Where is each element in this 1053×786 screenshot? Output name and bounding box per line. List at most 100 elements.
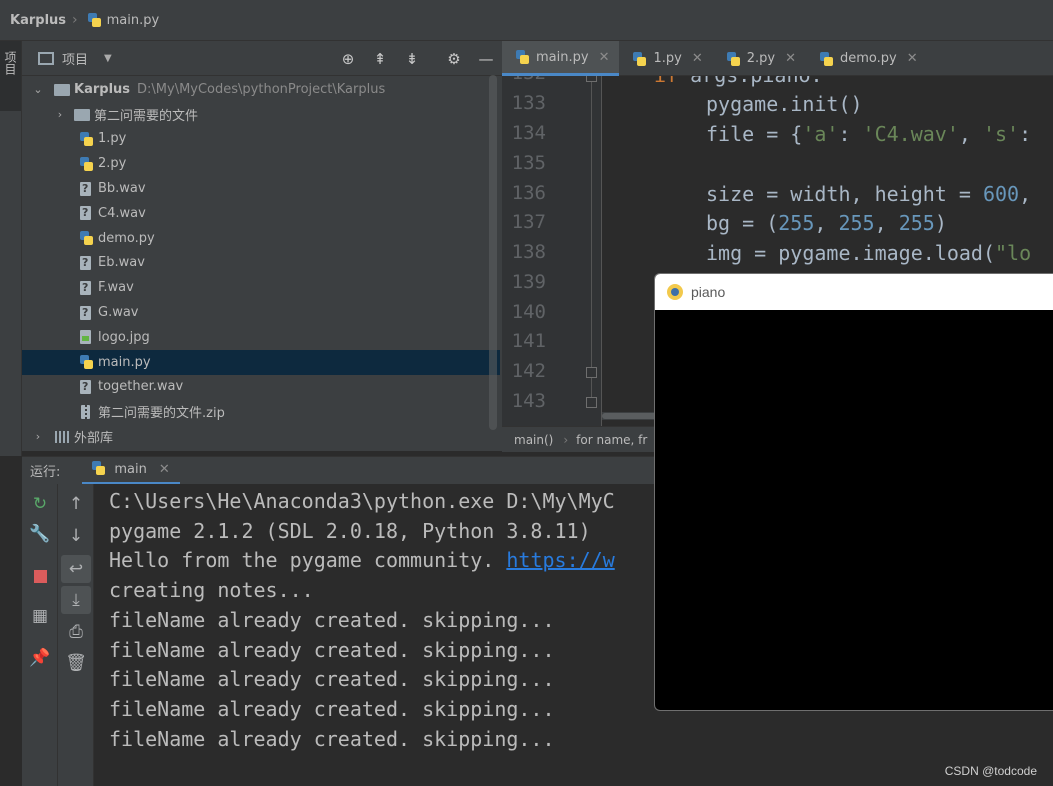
tree-item-external-libraries[interactable]: › 外部库	[22, 424, 500, 449]
project-tool-tab[interactable]: 项目	[0, 41, 21, 111]
tree-item-label: 外部库	[74, 431, 114, 447]
tab-main-py[interactable]: main.py ✕	[502, 41, 620, 76]
nav-file-name: main.py	[106, 12, 160, 28]
project-view-icon	[38, 51, 54, 65]
project-panel-title[interactable]: 项目	[62, 49, 88, 68]
nav-file[interactable]: main.py	[86, 12, 160, 28]
soft-wrap-icon[interactable]: ↩	[61, 555, 91, 583]
audio-file-icon	[78, 280, 94, 296]
python-file-icon	[78, 230, 94, 246]
nav-project-name[interactable]: Karplus	[10, 13, 66, 28]
tree-item-label: 第二问需要的文件	[94, 108, 199, 124]
line-number: 140	[511, 301, 546, 323]
tree-item-file[interactable]: logo.jpg	[22, 325, 500, 350]
fold-marker-icon[interactable]	[586, 397, 597, 408]
tree-item-file[interactable]: together.wav	[22, 375, 500, 400]
console-line: fileName already created. skipping...	[109, 638, 555, 662]
tree-item-file[interactable]: F.wav	[22, 275, 500, 300]
tree-item-file[interactable]: 第二问需要的文件.zip	[22, 399, 500, 424]
tree-item-label: G.wav	[98, 305, 139, 321]
python-file-icon	[514, 49, 530, 65]
close-icon[interactable]: ✕	[599, 50, 610, 65]
locate-file-icon[interactable]: ⊕	[332, 50, 364, 68]
arrow-up-icon[interactable]: ↑	[58, 490, 94, 518]
run-toolbar-primary: ↻ 🔧 ▦ 📌	[22, 484, 58, 786]
library-icon	[54, 429, 70, 445]
python-icon	[90, 460, 108, 478]
close-icon[interactable]: ✕	[692, 51, 703, 66]
line-number: 143	[511, 390, 546, 412]
console-line: pygame 2.1.2 (SDL 2.0.18, Python 3.8.11)	[109, 519, 591, 543]
close-icon[interactable]: ✕	[907, 51, 918, 66]
breadcrumb-separator-icon: ›	[563, 432, 569, 447]
run-tab-label: main	[114, 461, 147, 477]
project-tree: ⌄ Karplus D:\My\MyCodes\pythonProject\Ka…	[22, 77, 500, 449]
pygame-window-titlebar[interactable]: piano	[655, 274, 1053, 310]
project-scrollbar[interactable]	[489, 75, 497, 430]
chevron-right-icon[interactable]: ›	[54, 108, 66, 121]
chevron-down-icon[interactable]: ▼	[104, 53, 112, 64]
tree-item-folder[interactable]: › 第二问需要的文件	[22, 102, 500, 127]
tree-item-root[interactable]: ⌄ Karplus D:\My\MyCodes\pythonProject\Ka…	[22, 77, 500, 102]
audio-file-icon	[78, 255, 94, 271]
tree-item-file[interactable]: C4.wav	[22, 201, 500, 226]
tree-item-label: 2.py	[98, 156, 127, 172]
close-icon[interactable]: ✕	[785, 51, 796, 66]
breadcrumb-item[interactable]: main()	[514, 433, 553, 447]
code-line: img = pygame.image.load("lo	[706, 241, 1032, 265]
project-panel-header: 项目 ▼ ⊕ ⇞ ⇟ ⚙ —	[22, 41, 502, 76]
tree-item-file[interactable]: Eb.wav	[22, 251, 500, 276]
zip-file-icon	[78, 404, 94, 420]
audio-file-icon	[78, 379, 94, 395]
stop-icon[interactable]	[22, 562, 58, 590]
tab-2-py[interactable]: 2.py ✕	[713, 41, 806, 76]
audio-file-icon	[78, 205, 94, 221]
scroll-to-end-icon[interactable]: ⤓	[61, 586, 91, 614]
fold-marker-icon[interactable]	[586, 367, 597, 378]
tree-item-label: 第二问需要的文件.zip	[98, 406, 225, 422]
tree-item-label: main.py	[98, 354, 151, 370]
collapse-all-icon[interactable]: ⇟	[396, 50, 428, 68]
rerun-icon[interactable]: ↻	[22, 490, 58, 518]
gear-icon[interactable]: ⚙	[438, 50, 470, 68]
line-number: 139	[511, 271, 546, 293]
print-icon[interactable]: ⎙	[58, 618, 94, 646]
breadcrumb-item[interactable]: for name, fr	[576, 433, 647, 447]
tree-item-file[interactable]: G.wav	[22, 300, 500, 325]
console-text: Hello from the pygame community.	[109, 548, 507, 572]
tab-demo-py[interactable]: demo.py ✕	[806, 41, 928, 76]
code-line: size = width, height = 600,	[706, 182, 1032, 206]
pygame-window[interactable]: piano	[654, 273, 1053, 711]
line-number: 134	[511, 122, 546, 144]
python-file-icon	[78, 156, 94, 172]
expand-all-icon[interactable]: ⇞	[364, 50, 396, 68]
pin-icon[interactable]: 📌	[22, 644, 58, 672]
run-tab-main[interactable]: main ✕	[82, 457, 180, 485]
editor-gutter: 132 133 134 135 136 137 138 139 140 141 …	[502, 76, 602, 426]
chevron-down-icon[interactable]: ⌄	[32, 83, 44, 96]
tree-item-file[interactable]: 2.py	[22, 151, 500, 176]
python-file-icon	[78, 354, 94, 370]
close-icon[interactable]: ✕	[159, 462, 170, 477]
tree-item-file[interactable]: Bb.wav	[22, 176, 500, 201]
console-line: fileName already created. skipping...	[109, 667, 555, 691]
run-toolbar-secondary: ↑ ↓ ↩ ⤓ ⎙ 🗑	[58, 484, 94, 786]
tree-item-file[interactable]: 1.py	[22, 127, 500, 152]
console-link[interactable]: https://w	[506, 548, 614, 572]
folder-icon	[54, 84, 70, 97]
fold-marker-icon[interactable]	[586, 76, 597, 82]
tab-1-py[interactable]: 1.py ✕	[619, 41, 712, 76]
trash-icon[interactable]: 🗑	[58, 649, 94, 677]
hide-panel-icon[interactable]: —	[470, 50, 502, 68]
layout-icon[interactable]: ▦	[22, 602, 58, 630]
python-file-icon	[725, 51, 741, 67]
wrench-icon[interactable]: 🔧	[22, 520, 58, 548]
tree-item-file[interactable]: demo.py	[22, 226, 500, 251]
code-line: pygame.init()	[706, 92, 863, 116]
tree-item-file-selected[interactable]: main.py	[22, 349, 500, 375]
audio-file-icon	[78, 305, 94, 321]
tab-label: demo.py	[840, 51, 897, 66]
chevron-right-icon[interactable]: ›	[32, 430, 44, 443]
console-line: fileName already created. skipping...	[109, 727, 555, 751]
arrow-down-icon[interactable]: ↓	[58, 522, 94, 550]
